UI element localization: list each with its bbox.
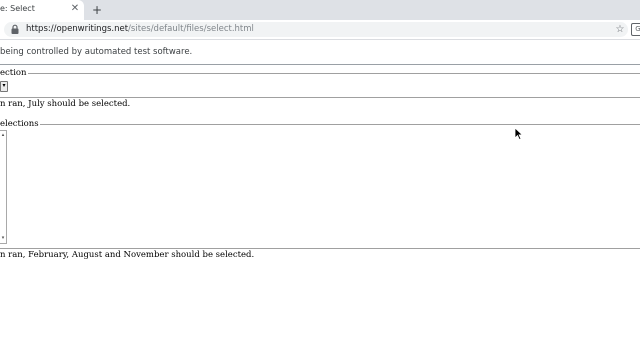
url-host: https://openwritings.net (26, 24, 129, 34)
scroll-down-icon[interactable]: ▾ (0, 234, 6, 242)
single-selection-legend: ection (0, 68, 28, 78)
month-listbox[interactable]: ▴ ▾ (0, 130, 7, 244)
multiple-selection-legend: elections (0, 119, 40, 129)
fieldset-border-top (0, 124, 640, 125)
fieldset-border-bottom (0, 248, 640, 249)
fieldset-border-top (0, 73, 640, 74)
month-dropdown[interactable]: ▾ (0, 81, 8, 92)
url-text[interactable]: https://openwritings.net/sites/default/f… (26, 24, 254, 35)
chevron-down-icon: ▾ (2, 82, 6, 89)
single-selection-note: n ran, July should be selected. (0, 99, 131, 109)
lock-icon (11, 24, 19, 34)
url-path: /sites/default/files/select.html (128, 24, 254, 34)
scroll-up-icon[interactable]: ▴ (0, 131, 6, 139)
automation-infobar: being controlled by automated test softw… (0, 40, 640, 65)
page-content: ection ▾ n ran, July should be selected.… (0, 66, 640, 360)
tab-title: e: Select (0, 4, 35, 13)
new-tab-button[interactable]: + (90, 2, 104, 18)
browser-tab[interactable]: e: Select ✕ (0, 0, 84, 20)
multiple-selection-note: n ran, February, August and November sho… (0, 250, 255, 260)
extension-icon[interactable]: G (631, 23, 640, 36)
tab-strip: e: Select ✕ + (0, 0, 640, 20)
address-bar[interactable]: https://openwritings.net/sites/default/f… (4, 22, 628, 37)
mouse-pointer-icon (514, 127, 524, 141)
infobar-message: being controlled by automated test softw… (0, 47, 193, 57)
fieldset-border-bottom (0, 97, 640, 98)
browser-toolbar: https://openwritings.net/sites/default/f… (0, 20, 640, 40)
bookmark-star-icon[interactable]: ☆ (613, 22, 627, 37)
close-tab-icon[interactable]: ✕ (70, 3, 80, 15)
